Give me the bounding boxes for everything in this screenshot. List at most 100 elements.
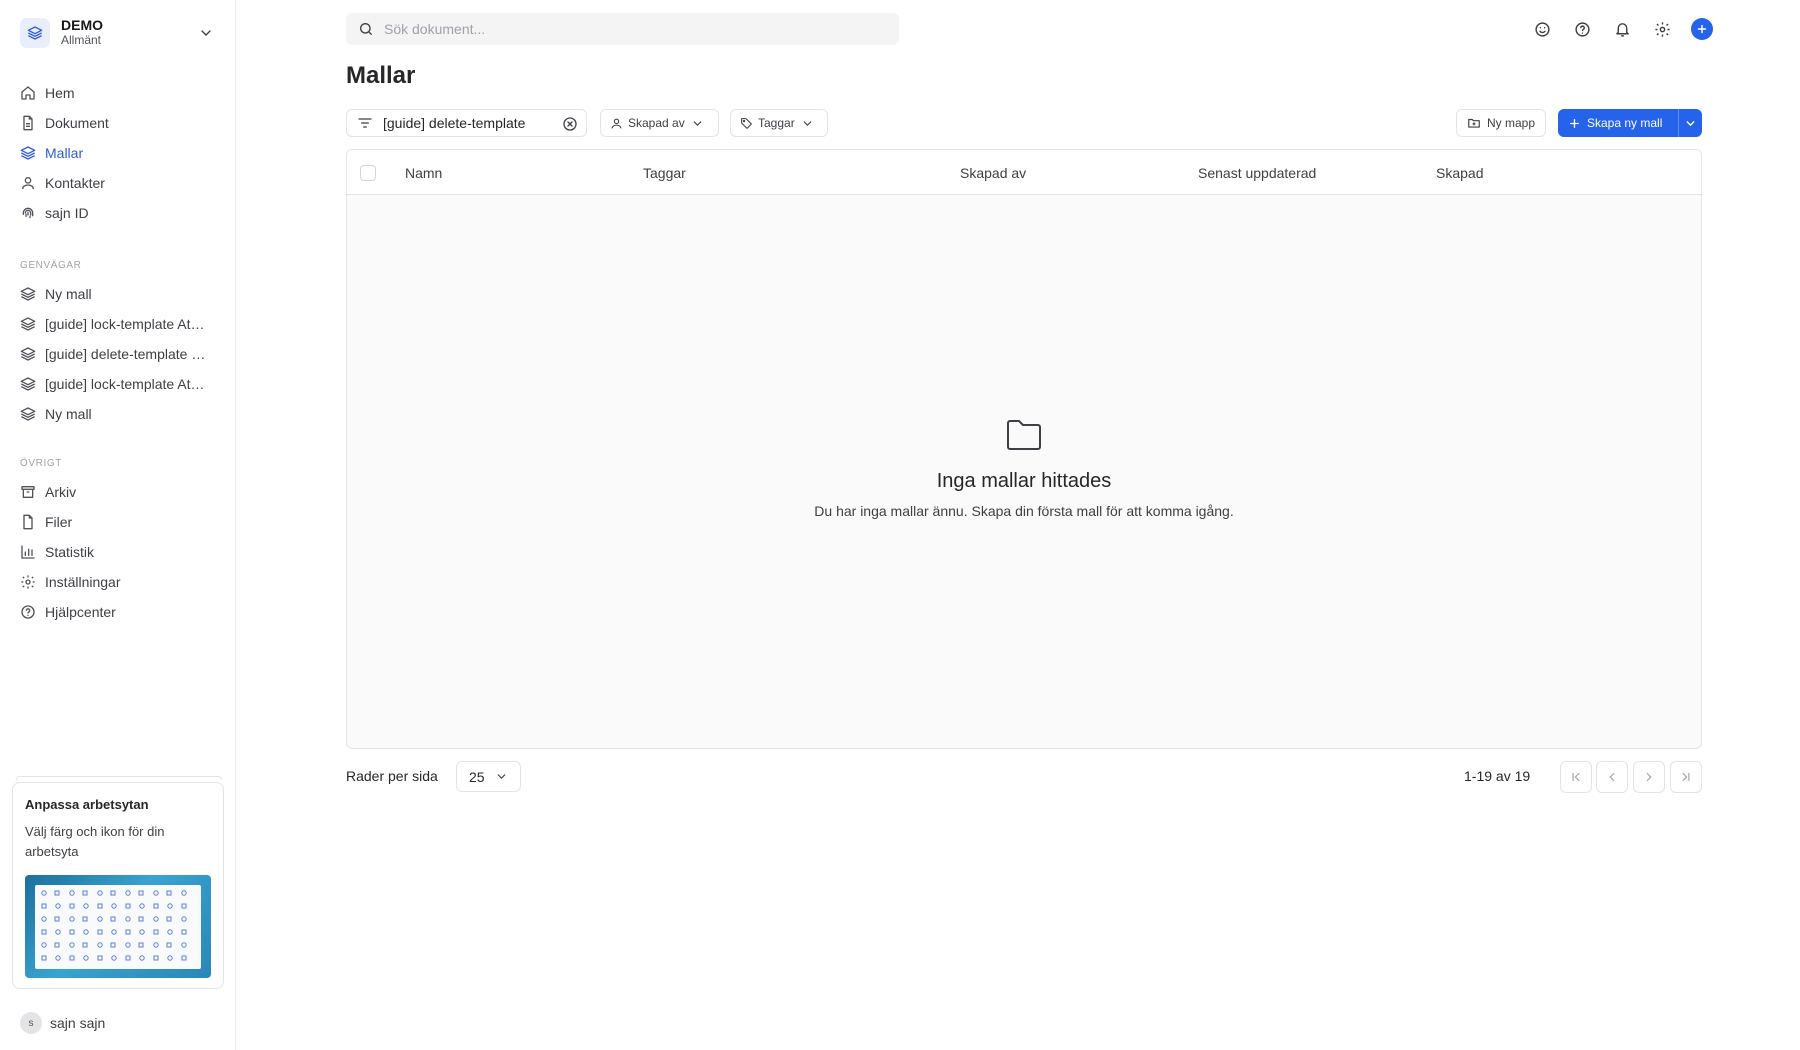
column-header-last-updated[interactable]: Senast uppdaterad (1198, 165, 1316, 181)
chart-icon (20, 544, 36, 560)
fingerprint-icon (20, 205, 36, 221)
nav-item-label: Arkiv (45, 484, 77, 500)
nav-item-label: Hem (45, 85, 75, 101)
create-template-main[interactable]: Skapa ny mall (1558, 109, 1678, 137)
gear-icon[interactable] (1650, 17, 1674, 41)
shortcut-item[interactable]: [guide] lock-template At… (14, 309, 222, 339)
column-header-name[interactable]: Namn (405, 165, 442, 181)
nav-item-hem[interactable]: Hem (14, 78, 222, 108)
previous-page-button[interactable] (1596, 761, 1628, 793)
chevron-right-icon (1642, 770, 1656, 784)
user-name: sajn sajn (50, 1015, 106, 1031)
shortcut-item[interactable]: [guide] delete-template … (14, 339, 222, 369)
layers-icon (20, 376, 36, 392)
layers-icon (20, 316, 36, 332)
chevron-down-icon (691, 117, 704, 130)
nav-item-arkiv[interactable]: Arkiv (14, 477, 222, 507)
first-page-button[interactable] (1560, 761, 1592, 793)
chevrons-left-icon (1569, 770, 1583, 784)
empty-state-text: Du har inga mallar ännu. Skapa din först… (814, 503, 1234, 519)
help-icon (20, 604, 36, 620)
other-nav: Arkiv Filer Statistik Inställningar Hjäl… (14, 477, 222, 627)
document-icon (20, 115, 36, 131)
create-template-dropdown[interactable] (1678, 109, 1702, 137)
nav-item-statistik[interactable]: Statistik (14, 537, 222, 567)
chevron-down-icon (1684, 117, 1697, 130)
user-menu[interactable]: s sajn sajn (20, 1012, 105, 1034)
promo-title: Anpassa arbetsytan (25, 797, 149, 812)
shortcut-item[interactable]: Ny mall (14, 279, 222, 309)
nav-item-dokument[interactable]: Dokument (14, 108, 222, 138)
workspace-name: DEMO (61, 17, 103, 33)
new-folder-button[interactable]: Ny mapp (1456, 109, 1546, 137)
clear-filter-icon[interactable] (562, 116, 578, 132)
nav-item-installningar[interactable]: Inställningar (14, 567, 222, 597)
main-nav: Hem Dokument Mallar Kontakter sajn ID (14, 78, 222, 228)
column-header-created-by[interactable]: Skapad av (960, 165, 1026, 181)
rows-per-page-label: Rader per sida (346, 768, 438, 784)
empty-state-title: Inga mallar hittades (936, 470, 1112, 492)
layers-icon (20, 18, 50, 48)
search-input[interactable] (384, 21, 864, 37)
tag-icon (740, 117, 753, 130)
nav-item-label: Inställningar (45, 574, 121, 590)
column-header-created[interactable]: Skapad (1436, 165, 1483, 181)
chevron-down-icon (495, 770, 508, 783)
page-title: Mallar (346, 62, 416, 89)
help-icon[interactable] (1570, 17, 1594, 41)
chevron-down-icon (198, 25, 214, 41)
nav-item-label: sajn ID (45, 205, 89, 221)
created-by-filter-button[interactable]: Skapad av (600, 109, 719, 137)
nav-item-label: Kontakter (45, 175, 105, 191)
section-label-shortcuts: GENVÄGAR (20, 260, 82, 271)
name-filter[interactable]: [guide] delete-template (346, 109, 587, 137)
shortcut-label: [guide] lock-template At… (45, 376, 205, 392)
user-icon (610, 117, 623, 130)
new-folder-label: Ny mapp (1486, 116, 1536, 130)
shortcuts-nav: Ny mall [guide] lock-template At… [guide… (14, 279, 222, 429)
bell-icon[interactable] (1610, 17, 1634, 41)
promo-card-stack (16, 776, 222, 780)
promo-text: Välj färg och ikon för din arbetsyta (25, 824, 165, 859)
tags-label: Taggar (758, 116, 795, 130)
nav-item-kontakter[interactable]: Kontakter (14, 168, 222, 198)
plus-icon (1691, 18, 1713, 40)
top-actions (1514, 17, 1714, 41)
nav-item-label: Filer (45, 514, 73, 530)
workspace-switcher[interactable]: DEMO Allmänt (20, 16, 218, 50)
last-page-button[interactable] (1670, 761, 1702, 793)
search-bar[interactable] (346, 13, 899, 45)
user-icon (20, 175, 36, 191)
rows-per-page-value: 25 (469, 768, 485, 785)
create-plus-button[interactable] (1690, 17, 1714, 41)
nav-item-hjalpcenter[interactable]: Hjälpcenter (14, 597, 222, 627)
table-header: Namn Taggar Skapad av Senast uppdaterad … (347, 150, 1701, 195)
smiley-icon[interactable] (1530, 17, 1554, 41)
pagination-range: 1-19 av 19 (1464, 768, 1531, 784)
create-template-label: Skapa ny mall (1587, 116, 1663, 130)
shortcut-label: [guide] delete-template … (45, 346, 206, 362)
nav-item-mallar[interactable]: Mallar (14, 138, 222, 168)
create-template-button[interactable]: Skapa ny mall (1558, 109, 1702, 137)
shortcut-label: [guide] lock-template At… (45, 316, 205, 332)
filter-value: [guide] delete-template (383, 115, 526, 131)
layers-icon (20, 286, 36, 302)
shortcut-item[interactable]: Ny mall (14, 399, 222, 429)
tags-filter-button[interactable]: Taggar (730, 109, 828, 137)
shortcut-item[interactable]: [guide] lock-template At… (14, 369, 222, 399)
column-header-tags[interactable]: Taggar (643, 165, 686, 181)
nav-item-filer[interactable]: Filer (14, 507, 222, 537)
next-page-button[interactable] (1633, 761, 1665, 793)
shortcut-label: Ny mall (45, 406, 92, 422)
chevrons-right-icon (1679, 770, 1693, 784)
archive-icon (20, 484, 36, 500)
section-label-other: ÖVRIGT (20, 458, 62, 469)
icon-grid-sheet (35, 885, 201, 969)
chevron-left-icon (1605, 770, 1619, 784)
empty-state: Inga mallar hittades Du har inga mallar … (347, 418, 1701, 519)
rows-per-page-select[interactable]: 25 (456, 761, 521, 792)
select-all-checkbox[interactable] (360, 165, 376, 181)
nav-item-sajn-id[interactable]: sajn ID (14, 198, 222, 228)
nav-item-label: Statistik (45, 544, 95, 560)
customize-workspace-card[interactable]: Anpassa arbetsytan Välj färg och ikon fö… (12, 782, 224, 989)
